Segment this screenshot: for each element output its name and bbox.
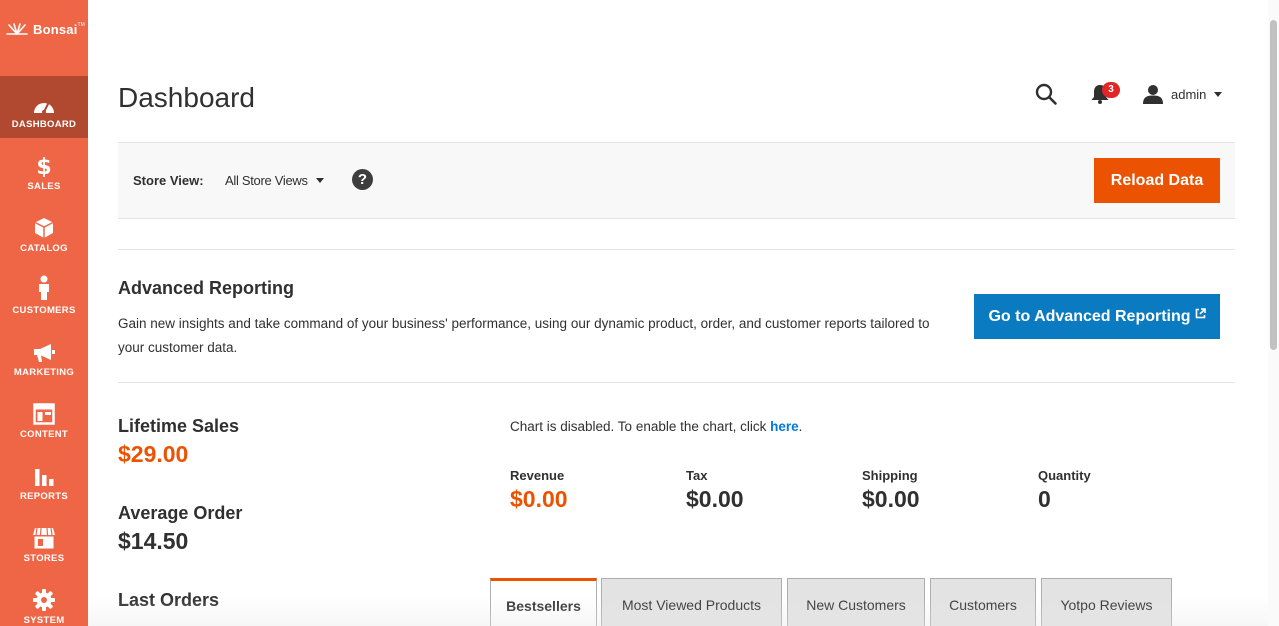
revenue-value: $0.00 — [510, 486, 568, 512]
sidebar-item-label: Content — [19, 429, 68, 440]
divider — [118, 382, 1235, 383]
sidebar-item-label: Sales — [27, 181, 61, 192]
chart-note-text: Chart is disabled. To enable the chart, … — [510, 419, 771, 434]
store-view-bar: Store View: All Store Views ? Reload Dat… — [118, 142, 1235, 219]
chart-note-suffix: . — [798, 419, 803, 434]
layout-icon — [33, 403, 55, 425]
sidebar-item-stores[interactable]: Stores — [0, 510, 88, 572]
divider — [118, 249, 1235, 250]
sidebar-item-label: Catalog — [20, 243, 68, 254]
user-account-menu[interactable]: admin — [1143, 82, 1223, 106]
quantity-label: Quantity — [1038, 468, 1091, 483]
go-to-advanced-reporting-button[interactable]: Go to Advanced Reporting — [974, 294, 1220, 339]
revenue-label: Revenue — [510, 468, 565, 483]
last-orders-label: Last Orders — [118, 590, 220, 610]
sidebar-item-label: System — [23, 615, 65, 626]
search-button[interactable] — [1034, 82, 1058, 106]
enable-chart-link[interactable]: here — [770, 419, 799, 434]
sidebar-item-label: Marketing — [13, 367, 75, 378]
reload-data-button[interactable]: Reload Data — [1094, 158, 1220, 203]
tax-value: $0.00 — [686, 486, 744, 512]
tax-label: Tax — [686, 468, 708, 483]
tab-most-viewed-products[interactable]: Most Viewed Products — [601, 578, 782, 626]
chart-disabled-note: Chart is disabled. To enable the chart, … — [510, 419, 802, 434]
sidebar-item-dashboard[interactable]: Dashboard — [0, 76, 88, 138]
store-view-select[interactable]: All Store Views — [225, 173, 324, 188]
sidebar-item-system[interactable]: System — [0, 572, 88, 626]
chevron-down-icon — [1214, 91, 1223, 97]
sidebar-item-marketing[interactable]: Marketing — [0, 324, 88, 386]
tab-new-customers[interactable]: New Customers — [787, 578, 925, 626]
svg-text:$: $ — [36, 155, 51, 177]
tab-yotpo-reviews[interactable]: Yotpo Reviews — [1041, 578, 1172, 626]
admin-sidebar: Bonsai TM Dashboard $ Sales Catalog Custo… — [0, 0, 88, 626]
user-icon — [1143, 85, 1163, 104]
dashboard-icon — [34, 103, 54, 114]
megaphone-icon — [34, 344, 55, 362]
sidebar-item-label: Stores — [23, 553, 65, 564]
sidebar-item-label: Customers — [12, 305, 76, 316]
user-name: admin — [1171, 86, 1207, 102]
sidebar-item-label: Dashboard — [11, 119, 77, 130]
lifetime-sales-label: Lifetime Sales — [118, 416, 240, 436]
search-icon — [1035, 83, 1057, 105]
lifetime-sales-value: $29.00 — [118, 441, 189, 467]
dollar-icon: $ — [36, 155, 51, 177]
person-icon — [39, 275, 49, 300]
bar-chart-icon — [35, 469, 54, 486]
advanced-reporting-description: Gain new insights and take command of yo… — [118, 316, 930, 355]
notifications-badge: 3 — [1102, 82, 1120, 98]
scrollbar-thumb[interactable] — [1270, 20, 1277, 350]
sidebar-item-catalog[interactable]: Catalog — [0, 200, 88, 262]
store-view-label: Store View: — [133, 173, 204, 188]
average-order-value: $14.50 — [118, 528, 189, 554]
quantity-value: 0 — [1038, 486, 1051, 512]
box-icon — [34, 218, 54, 238]
advanced-reporting-title: Advanced Reporting — [118, 278, 295, 298]
bonsai-leaf-icon — [6, 23, 28, 35]
store-view-selected: All Store Views — [225, 173, 308, 188]
sidebar-item-reports[interactable]: Reports — [0, 448, 88, 510]
page-title: Dashboard — [118, 82, 255, 113]
sidebar-item-customers[interactable]: Customers — [0, 262, 88, 324]
bonsai-logo[interactable]: Bonsai TM — [0, 0, 88, 75]
gear-icon — [33, 589, 55, 611]
tab-bestsellers[interactable]: Bestsellers — [490, 578, 597, 626]
help-icon[interactable]: ? — [352, 169, 373, 190]
sidebar-item-label: Reports — [19, 491, 69, 502]
shipping-value: $0.00 — [862, 486, 920, 512]
shipping-label: Shipping — [862, 468, 918, 483]
sidebar-item-content[interactable]: Content — [0, 386, 88, 448]
advanced-reporting-button-label: Go to Advanced Reporting — [988, 307, 1191, 325]
storefront-icon — [33, 527, 55, 549]
brand-trademark: TM — [77, 22, 85, 28]
tab-customers[interactable]: Customers — [930, 578, 1036, 626]
average-order-label: Average Order — [118, 503, 243, 523]
chevron-down-icon — [315, 178, 324, 183]
brand-name: Bonsai — [33, 22, 78, 37]
external-link-icon — [1195, 308, 1206, 319]
sidebar-item-sales[interactable]: $ Sales — [0, 138, 88, 200]
